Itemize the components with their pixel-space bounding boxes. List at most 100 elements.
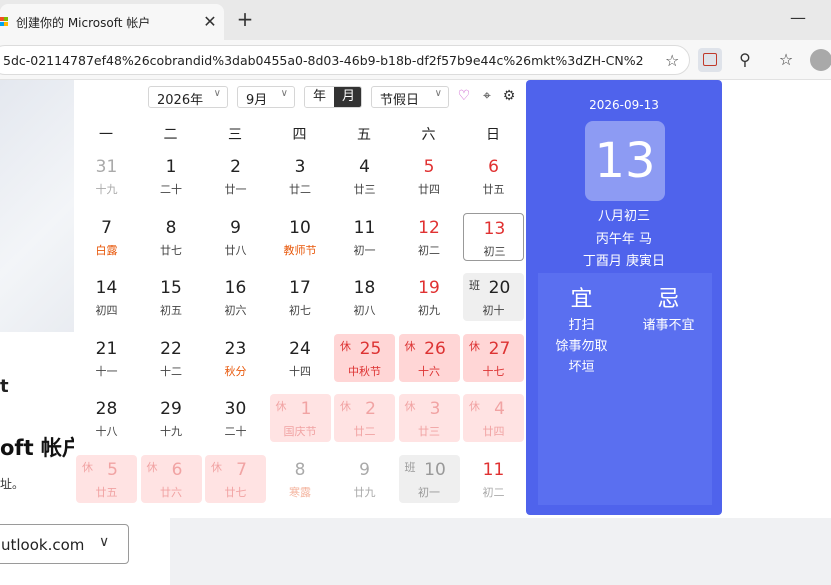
day-number: 8 xyxy=(165,217,177,238)
day-number: 1 xyxy=(300,399,312,419)
weekday-label: 日 xyxy=(486,127,500,143)
tab-strip: 创建你的 Microsoft 帐户 ✕ + — xyxy=(0,0,831,40)
email-domain-select[interactable]: utlook.com ∨ xyxy=(0,524,129,564)
ganzhi-month-day: 丁酉月 庚寅日 xyxy=(582,254,666,269)
calendar-day-cell[interactable]: 5 廿四 xyxy=(399,152,460,200)
favorites-icon[interactable]: ☆ xyxy=(774,48,798,72)
lunar-label: 十一 xyxy=(95,364,118,378)
calendar-day-cell[interactable]: 休 5 廿五 xyxy=(76,454,137,503)
calendar-day-cell[interactable]: 30 二十 xyxy=(205,394,266,442)
screen: 创建你的 Microsoft 帐户 ✕ + — 5dc-02114787ef48… xyxy=(0,0,831,585)
calendar-day-cell[interactable]: 23 秋分 xyxy=(205,334,266,382)
favorite-star-icon[interactable]: ☆ xyxy=(665,51,679,70)
lunar-label: 廿六 xyxy=(160,485,182,499)
calendar-day-cell[interactable]: 16 初六 xyxy=(205,273,266,321)
lunar-label: 初二 xyxy=(418,243,440,257)
day-number: 27 xyxy=(488,338,511,359)
year-view-button[interactable]: 年 xyxy=(305,87,334,107)
calendar-day-cell[interactable]: 31 十九 xyxy=(76,152,137,200)
weekday-label: 三 xyxy=(228,127,242,143)
lunar-label: 初一 xyxy=(353,243,376,257)
calendar-day-cell[interactable]: 休 4 廿四 xyxy=(463,394,524,442)
calendar-day-cell[interactable]: 14 初四 xyxy=(76,273,137,321)
minimize-button[interactable]: — xyxy=(788,8,808,28)
calendar-day-cell[interactable]: 22 十二 xyxy=(141,334,202,382)
weekday-label: 一 xyxy=(99,127,113,143)
calendar-day-cell[interactable]: 休 26 十六 xyxy=(398,333,460,382)
settings-gear-icon[interactable]: ⚙ xyxy=(500,87,518,105)
address-bar[interactable]: 5dc-02114787ef48%26cobrandid%3dab0455a0-… xyxy=(0,45,690,75)
calendar-day-cell[interactable]: 29 十九 xyxy=(141,394,202,442)
url-text[interactable]: 5dc-02114787ef48%26cobrandid%3dab0455a0-… xyxy=(3,53,643,68)
calendar-day-cell[interactable]: 6 廿五 xyxy=(463,152,524,200)
extensions-icon[interactable]: ⚲ xyxy=(733,48,757,72)
lunar-label: 廿三 xyxy=(418,425,440,438)
calendar-day-cell[interactable]: 班 10 初一 xyxy=(398,454,460,503)
calendar-day-cell[interactable]: 1 二十 xyxy=(141,152,202,200)
lunar-label: 廿八 xyxy=(224,243,247,257)
calendar-day-cell[interactable]: 28 十八 xyxy=(76,394,137,442)
lunar-label: 廿七 xyxy=(224,485,247,499)
day-number: 2 xyxy=(230,157,241,177)
lunar-label: 十六 xyxy=(418,364,440,378)
new-tab-button[interactable]: + xyxy=(234,8,256,30)
microsoft-logo-icon xyxy=(0,17,8,27)
browser-tab[interactable]: 创建你的 Microsoft 帐户 ✕ xyxy=(0,4,224,40)
calendar-day-cell[interactable]: 19 初九 xyxy=(399,273,460,321)
calendar-day-cell[interactable]: 11 初一 xyxy=(334,213,395,261)
calendar-day-cell[interactable]: 7 白露 xyxy=(76,213,137,261)
calendar-day-cell[interactable]: 13 初三 xyxy=(463,212,524,261)
calendar-day-cell[interactable]: 8 廿七 xyxy=(141,213,202,261)
tab-close-icon[interactable]: ✕ xyxy=(200,12,220,32)
holiday-select[interactable]: 节假日 ∨ xyxy=(371,86,449,108)
calendar-day-cell[interactable]: 15 初五 xyxy=(141,273,202,321)
calendar-day-cell[interactable]: 10 教师节 xyxy=(270,213,331,261)
lunar-label: 初七 xyxy=(289,304,311,317)
calendar-day-cell[interactable]: 9 廿八 xyxy=(205,213,266,261)
calendar-day-cell[interactable]: 休 6 廿六 xyxy=(140,454,202,503)
calendar-day-cell[interactable]: 2 廿一 xyxy=(205,152,266,200)
day-number: 21 xyxy=(95,338,118,359)
calendar-day-cell[interactable]: 3 廿二 xyxy=(270,152,331,200)
background-image xyxy=(0,80,74,332)
lunar-label: 二十 xyxy=(160,183,182,196)
profile-avatar[interactable] xyxy=(810,49,831,71)
month-select-value: 9月 xyxy=(246,93,268,108)
lunar-label: 初十 xyxy=(482,304,505,317)
calendar-day-cell[interactable]: 休 2 廿二 xyxy=(334,394,395,442)
calendar-day-cell[interactable]: 休 7 廿七 xyxy=(205,454,266,503)
calendar-day-cell[interactable]: 休 1 国庆节 xyxy=(269,394,331,442)
calendar-day-cell[interactable]: 4 廿三 xyxy=(334,152,395,200)
calendar-day-cell[interactable]: 休 3 廿三 xyxy=(398,394,460,442)
calendar-day-cell[interactable]: 8 寒露 xyxy=(270,455,331,503)
lunar-label: 初六 xyxy=(224,304,247,317)
weekday-label: 二 xyxy=(163,127,178,143)
calendar-day-cell[interactable]: 班 20 初十 xyxy=(463,273,524,321)
calendar-day-cell[interactable]: 9 廿九 xyxy=(334,455,395,503)
calendar-day-cell[interactable]: 12 初二 xyxy=(399,213,460,261)
card-title-fragment: oft 帐户 xyxy=(0,436,83,460)
calendar-day-cell[interactable]: 休 27 十七 xyxy=(463,333,524,382)
calendar-day-cell[interactable]: 21 十一 xyxy=(76,334,137,382)
calendar-day-cell[interactable]: 11 初二 xyxy=(463,455,524,503)
calendar-day-cell[interactable]: 17 初七 xyxy=(270,273,331,321)
day-number: 7 xyxy=(236,459,247,480)
calendar-day-cell[interactable]: 休 25 中秋节 xyxy=(334,333,395,382)
yi-list: 打扫 馀事勿取 坏垣 xyxy=(538,315,625,378)
day-number: 10 xyxy=(424,459,446,480)
ganzhi-year: 丙午年 马 xyxy=(595,232,653,247)
card-heading-fragment: t xyxy=(0,376,9,397)
year-select[interactable]: 2026年 ∨ xyxy=(148,86,228,108)
calendar-day-cell[interactable]: 24 十四 xyxy=(270,334,331,382)
locate-today-icon[interactable]: ⌖ xyxy=(478,87,496,105)
calendar-extension-icon[interactable] xyxy=(698,48,722,72)
heart-icon[interactable]: ♡ xyxy=(455,87,473,105)
ji-item: 诸事不宜 xyxy=(642,318,695,333)
calendar-day-cell[interactable]: 18 初八 xyxy=(334,273,395,321)
ji-heading: 忌 xyxy=(657,287,680,312)
day-number: 11 xyxy=(353,217,376,238)
day-number: 17 xyxy=(289,278,311,298)
month-view-button[interactable]: 月 xyxy=(334,87,361,107)
day-number: 15 xyxy=(160,278,182,298)
month-select[interactable]: 9月 ∨ xyxy=(237,86,295,108)
